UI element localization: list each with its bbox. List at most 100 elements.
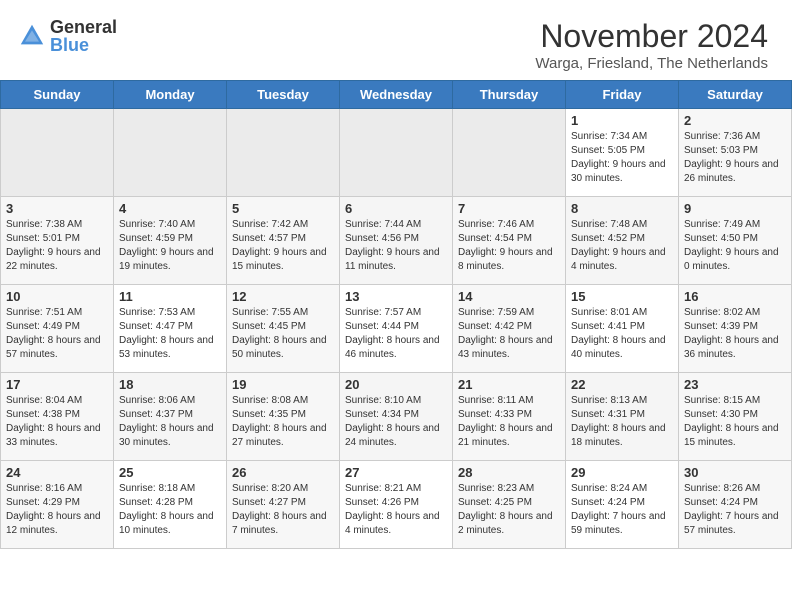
day-number: 9 — [684, 201, 786, 216]
day-number: 20 — [345, 377, 447, 392]
calendar-day-cell — [340, 109, 453, 197]
day-number: 6 — [345, 201, 447, 216]
day-number: 7 — [458, 201, 560, 216]
day-info: Sunrise: 8:13 AM Sunset: 4:31 PM Dayligh… — [571, 394, 673, 450]
day-info: Sunrise: 7:36 AM Sunset: 5:03 PM Dayligh… — [684, 130, 786, 186]
day-info: Sunrise: 8:08 AM Sunset: 4:35 PM Dayligh… — [232, 394, 334, 450]
calendar-day-cell: 17Sunrise: 8:04 AM Sunset: 4:38 PM Dayli… — [1, 373, 114, 461]
day-number: 13 — [345, 289, 447, 304]
day-info: Sunrise: 7:38 AM Sunset: 5:01 PM Dayligh… — [6, 218, 108, 274]
day-number: 26 — [232, 465, 334, 480]
calendar-day-cell: 29Sunrise: 8:24 AM Sunset: 4:24 PM Dayli… — [566, 461, 679, 549]
day-info: Sunrise: 7:42 AM Sunset: 4:57 PM Dayligh… — [232, 218, 334, 274]
calendar-day-cell: 30 Sunrise: 8:26 AM Sunset: 4:24 PM Dayli… — [679, 461, 792, 549]
day-info: Sunrise: 7:46 AM Sunset: 4:54 PM Dayligh… — [458, 218, 560, 274]
day-number: 11 — [119, 289, 221, 304]
calendar-table: SundayMondayTuesdayWednesdayThursdayFrid… — [0, 80, 792, 549]
day-number: 3 — [6, 201, 108, 216]
calendar-day-cell: 15 Sunrise: 8:01 AM Sunset: 4:41 PM Dayli… — [566, 285, 679, 373]
calendar-day-cell: 22 Sunrise: 8:13 AM Sunset: 4:31 PM Dayli… — [566, 373, 679, 461]
day-number: 29 — [571, 465, 673, 480]
page-header: General Blue November 2024 Warga, Friesl… — [0, 0, 792, 80]
day-info: Sunrise: 8:10 AM Sunset: 4:34 PM Dayligh… — [345, 394, 447, 450]
month-title: November 2024 — [535, 18, 768, 55]
day-number: 12 — [232, 289, 334, 304]
day-info: Sunrise: 7:53 AM Sunset: 4:47 PM Dayligh… — [119, 306, 221, 362]
day-info: Sunrise: 8:15 AM Sunset: 4:30 PM Dayligh… — [684, 394, 786, 450]
day-number: 8 — [571, 201, 673, 216]
day-info: Sunrise: 7:51 AM Sunset: 4:49 PM Dayligh… — [6, 306, 108, 362]
calendar-day-cell: 2 Sunrise: 7:36 AM Sunset: 5:03 PM Daylig… — [679, 109, 792, 197]
day-number: 2 — [684, 113, 786, 128]
day-info: Sunrise: 8:16 AM Sunset: 4:29 PM Dayligh… — [6, 482, 108, 538]
calendar-day-cell: 16Sunrise: 8:02 AM Sunset: 4:39 PM Dayli… — [679, 285, 792, 373]
calendar-day-header: Thursday — [453, 81, 566, 109]
day-info: Sunrise: 8:06 AM Sunset: 4:37 PM Dayligh… — [119, 394, 221, 450]
calendar-day-cell — [114, 109, 227, 197]
day-number: 10 — [6, 289, 108, 304]
calendar-day-cell: 18Sunrise: 8:06 AM Sunset: 4:37 PM Dayli… — [114, 373, 227, 461]
calendar-day-cell: 13 Sunrise: 7:57 AM Sunset: 4:44 PM Dayli… — [340, 285, 453, 373]
day-number: 30 — [684, 465, 786, 480]
calendar-day-header: Wednesday — [340, 81, 453, 109]
calendar-day-cell: 23 Sunrise: 8:15 AM Sunset: 4:30 PM Dayli… — [679, 373, 792, 461]
day-info: Sunrise: 8:11 AM Sunset: 4:33 PM Dayligh… — [458, 394, 560, 450]
calendar-week-row: 1Sunrise: 7:34 AM Sunset: 5:05 PM Daylig… — [1, 109, 792, 197]
day-info: Sunrise: 7:55 AM Sunset: 4:45 PM Dayligh… — [232, 306, 334, 362]
day-number: 21 — [458, 377, 560, 392]
calendar-day-cell — [453, 109, 566, 197]
calendar-day-cell: 9Sunrise: 7:49 AM Sunset: 4:50 PM Daylig… — [679, 197, 792, 285]
calendar-day-header: Tuesday — [227, 81, 340, 109]
calendar-day-cell: 5 Sunrise: 7:42 AM Sunset: 4:57 PM Daylig… — [227, 197, 340, 285]
calendar-day-cell: 3 Sunrise: 7:38 AM Sunset: 5:01 PM Daylig… — [1, 197, 114, 285]
calendar-day-cell: 14Sunrise: 7:59 AM Sunset: 4:42 PM Dayli… — [453, 285, 566, 373]
logo-general-text: General — [50, 18, 117, 36]
day-number: 23 — [684, 377, 786, 392]
calendar-day-cell: 11 Sunrise: 7:53 AM Sunset: 4:47 PM Dayli… — [114, 285, 227, 373]
calendar-header-row: SundayMondayTuesdayWednesdayThursdayFrid… — [1, 81, 792, 109]
calendar-day-cell: 24 Sunrise: 8:16 AM Sunset: 4:29 PM Dayli… — [1, 461, 114, 549]
calendar-day-cell: 21 Sunrise: 8:11 AM Sunset: 4:33 PM Dayli… — [453, 373, 566, 461]
calendar-day-cell: 6 Sunrise: 7:44 AM Sunset: 4:56 PM Daylig… — [340, 197, 453, 285]
calendar-day-cell: 28Sunrise: 8:23 AM Sunset: 4:25 PM Dayli… — [453, 461, 566, 549]
logo-blue-text: Blue — [50, 36, 117, 54]
day-info: Sunrise: 8:20 AM Sunset: 4:27 PM Dayligh… — [232, 482, 334, 538]
day-info: Sunrise: 8:01 AM Sunset: 4:41 PM Dayligh… — [571, 306, 673, 362]
day-number: 28 — [458, 465, 560, 480]
calendar-day-cell — [1, 109, 114, 197]
day-number: 14 — [458, 289, 560, 304]
calendar-week-row: 17Sunrise: 8:04 AM Sunset: 4:38 PM Dayli… — [1, 373, 792, 461]
calendar-week-row: 24 Sunrise: 8:16 AM Sunset: 4:29 PM Dayli… — [1, 461, 792, 549]
title-block: November 2024 Warga, Friesland, The Neth… — [535, 18, 768, 72]
day-number: 19 — [232, 377, 334, 392]
calendar-day-cell: 10 Sunrise: 7:51 AM Sunset: 4:49 PM Dayli… — [1, 285, 114, 373]
calendar-day-header: Sunday — [1, 81, 114, 109]
day-info: Sunrise: 7:40 AM Sunset: 4:59 PM Dayligh… — [119, 218, 221, 274]
day-info: Sunrise: 8:26 AM Sunset: 4:24 PM Dayligh… — [684, 482, 786, 538]
day-info: Sunrise: 7:44 AM Sunset: 4:56 PM Dayligh… — [345, 218, 447, 274]
day-number: 16 — [684, 289, 786, 304]
calendar-day-cell: 12 Sunrise: 7:55 AM Sunset: 4:45 PM Dayli… — [227, 285, 340, 373]
calendar-day-header: Friday — [566, 81, 679, 109]
day-info: Sunrise: 8:18 AM Sunset: 4:28 PM Dayligh… — [119, 482, 221, 538]
calendar-day-cell: 7 Sunrise: 7:46 AM Sunset: 4:54 PM Daylig… — [453, 197, 566, 285]
day-number: 15 — [571, 289, 673, 304]
day-number: 27 — [345, 465, 447, 480]
calendar-day-cell — [227, 109, 340, 197]
day-info: Sunrise: 7:57 AM Sunset: 4:44 PM Dayligh… — [345, 306, 447, 362]
calendar-day-cell: 27 Sunrise: 8:21 AM Sunset: 4:26 PM Dayli… — [340, 461, 453, 549]
calendar-day-cell: 8Sunrise: 7:48 AM Sunset: 4:52 PM Daylig… — [566, 197, 679, 285]
day-number: 24 — [6, 465, 108, 480]
day-number: 5 — [232, 201, 334, 216]
logo-icon — [18, 22, 46, 50]
calendar-day-header: Saturday — [679, 81, 792, 109]
calendar-day-cell: 19 Sunrise: 8:08 AM Sunset: 4:35 PM Dayli… — [227, 373, 340, 461]
calendar-day-cell: 4Sunrise: 7:40 AM Sunset: 4:59 PM Daylig… — [114, 197, 227, 285]
calendar-day-header: Monday — [114, 81, 227, 109]
day-info: Sunrise: 7:34 AM Sunset: 5:05 PM Dayligh… — [571, 130, 673, 186]
calendar-week-row: 10 Sunrise: 7:51 AM Sunset: 4:49 PM Dayli… — [1, 285, 792, 373]
day-info: Sunrise: 8:21 AM Sunset: 4:26 PM Dayligh… — [345, 482, 447, 538]
calendar-day-cell: 26 Sunrise: 8:20 AM Sunset: 4:27 PM Dayli… — [227, 461, 340, 549]
day-number: 17 — [6, 377, 108, 392]
day-number: 22 — [571, 377, 673, 392]
